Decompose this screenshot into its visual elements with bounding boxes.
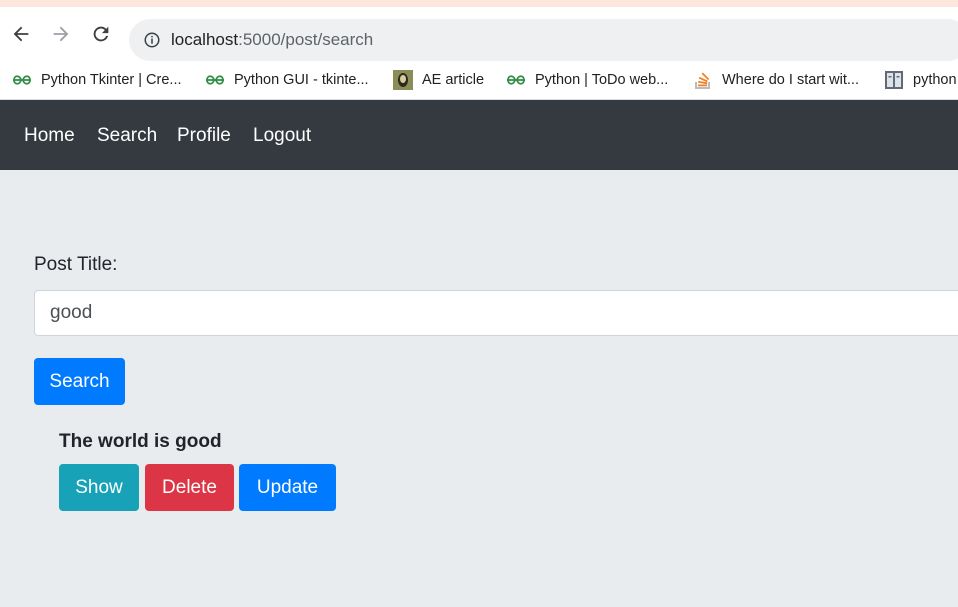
bookmark-item[interactable]: Python GUI - tkinte... <box>205 61 369 99</box>
reload-icon <box>93 26 109 42</box>
delete-button[interactable]: Delete <box>145 464 234 511</box>
geeksforgeeks-icon <box>12 70 32 90</box>
url-host: localhost <box>171 30 239 49</box>
nav-logout[interactable]: Logout <box>253 100 311 170</box>
avatar-icon <box>393 70 413 90</box>
bookmark-label: AE article <box>422 72 485 88</box>
bookmark-item[interactable]: Python Tkinter | Cre... <box>12 61 182 99</box>
bookmark-item[interactable]: python <box>884 61 957 99</box>
arrow-right-icon <box>53 26 69 42</box>
post-result-title: The world is good <box>59 431 222 452</box>
forward-button[interactable] <box>48 21 74 47</box>
bookmark-label: Python | ToDo web... <box>535 72 669 88</box>
show-button[interactable]: Show <box>59 464 139 511</box>
bookmark-item[interactable]: Where do I start wit... <box>693 61 859 99</box>
app-navbar: Home Search Profile Logout <box>0 100 958 170</box>
arrow-left-icon <box>13 26 29 42</box>
bookmark-label: python <box>913 72 957 88</box>
geeksforgeeks-icon <box>506 70 526 90</box>
post-title-label: Post Title: <box>34 254 118 275</box>
bookmark-label: Python GUI - tkinte... <box>234 72 369 88</box>
nav-home[interactable]: Home <box>24 100 75 170</box>
url-text[interactable]: localhost:5000/post/search <box>171 30 373 50</box>
search-button[interactable]: Search <box>34 358 125 405</box>
stackoverflow-icon <box>693 70 713 90</box>
bookmark-label: Python Tkinter | Cre... <box>41 72 182 88</box>
browser-toolbar: localhost:5000/post/search <box>0 7 958 61</box>
back-button[interactable] <box>8 21 34 47</box>
post-title-input[interactable] <box>34 290 958 336</box>
update-button[interactable]: Update <box>239 464 336 511</box>
nav-profile[interactable]: Profile <box>177 100 231 170</box>
info-icon[interactable] <box>143 31 161 49</box>
book-icon <box>884 70 904 90</box>
bookmark-label: Where do I start wit... <box>722 72 859 88</box>
address-bar[interactable]: localhost:5000/post/search <box>129 19 958 61</box>
window-top-strip <box>0 0 958 7</box>
nav-search[interactable]: Search <box>97 100 157 170</box>
reload-button[interactable] <box>88 21 114 47</box>
bookmark-item[interactable]: AE article <box>393 61 484 99</box>
bookmarks-bar: Python Tkinter | Cre... Python GUI - tki… <box>0 61 958 100</box>
bookmark-item[interactable]: Python | ToDo web... <box>506 61 668 99</box>
geeksforgeeks-icon <box>205 70 225 90</box>
url-path: :5000/post/search <box>238 30 374 49</box>
